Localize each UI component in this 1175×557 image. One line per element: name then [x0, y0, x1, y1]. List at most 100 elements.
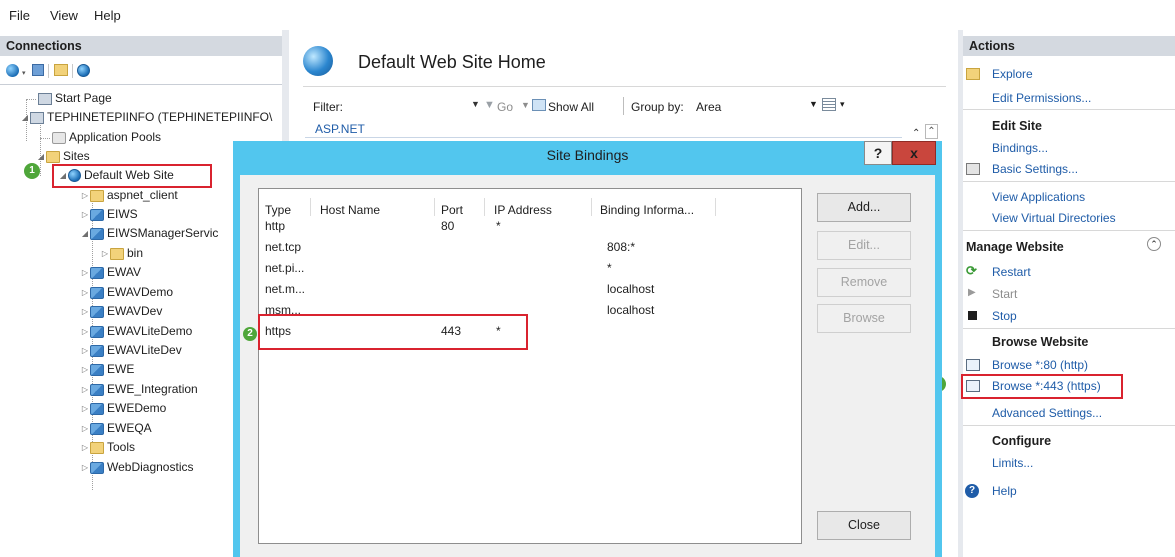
- tree-item-ewavdemo[interactable]: ▷ EWAVDemo: [80, 283, 173, 302]
- action-stop[interactable]: Stop: [992, 309, 1017, 323]
- row-type[interactable]: net.pi...: [265, 261, 304, 275]
- go-button[interactable]: Go: [497, 100, 513, 114]
- collapsed-arrow-icon[interactable]: ▷: [80, 283, 90, 302]
- filter-input[interactable]: [350, 96, 486, 116]
- filter-dropdown-icon[interactable]: ▼: [471, 99, 480, 109]
- tree-item-tools[interactable]: ▷ Tools: [80, 438, 135, 457]
- tree-item-ewavlitedev[interactable]: ▷ EWAVLiteDev: [80, 341, 182, 360]
- action-advanced-settings[interactable]: Advanced Settings...: [992, 406, 1102, 420]
- collapsed-arrow-icon[interactable]: ▷: [80, 419, 90, 438]
- go-dropdown-icon[interactable]: ▼: [521, 100, 530, 110]
- menu-view[interactable]: View: [50, 8, 78, 23]
- menu-bar: File View Help: [0, 0, 1175, 30]
- save-icon[interactable]: [32, 64, 44, 76]
- tree-item-bin[interactable]: ▷ bin: [100, 244, 143, 263]
- tree-item-server[interactable]: ◢ TEPHINETEPIINFO (TEPHINETEPIINFO\: [20, 108, 272, 127]
- row-type[interactable]: http: [265, 219, 285, 233]
- action-explore[interactable]: Explore: [992, 67, 1033, 81]
- tree-item-eiws[interactable]: ▷ EIWS: [80, 205, 138, 224]
- group-by-select[interactable]: Area: [696, 100, 721, 114]
- manage-website-heading: Manage Website: [966, 240, 1064, 254]
- dropdown-arrow-icon[interactable]: ▾: [22, 69, 26, 77]
- expanded-arrow-icon[interactable]: ◢: [36, 147, 46, 166]
- expanded-arrow-icon[interactable]: ◢: [20, 108, 30, 127]
- col-type[interactable]: Type: [265, 203, 291, 217]
- show-all-button[interactable]: Show All: [548, 100, 594, 114]
- tree-item-ewedemo[interactable]: ▷ EWEDemo: [80, 399, 166, 418]
- tree-item-webdiagnostics[interactable]: ▷ WebDiagnostics: [80, 458, 194, 477]
- connect-icon[interactable]: [6, 64, 19, 77]
- tree-item-app-pools[interactable]: Application Pools: [52, 128, 161, 147]
- tree-item-ewe[interactable]: ▷ EWE: [80, 360, 134, 379]
- col-port[interactable]: Port: [441, 203, 463, 217]
- tree-item-ewavdev[interactable]: ▷ EWAVDev: [80, 302, 162, 321]
- collapsed-arrow-icon[interactable]: ▷: [100, 244, 110, 263]
- menu-file[interactable]: File: [9, 8, 30, 23]
- disconnect-icon[interactable]: [77, 64, 90, 77]
- tree-item-ewe-integration[interactable]: ▷ EWE_Integration: [80, 380, 198, 399]
- row-type[interactable]: net.m...: [265, 282, 305, 296]
- scrollbar-up-arrow[interactable]: ⌃: [925, 124, 938, 139]
- collapsed-arrow-icon[interactable]: ▷: [80, 302, 90, 321]
- expanded-arrow-icon[interactable]: ◢: [80, 224, 90, 243]
- action-view-virtual-directories[interactable]: View Virtual Directories: [992, 211, 1116, 225]
- tree-item-aspnet-client[interactable]: ▷ aspnet_client: [80, 186, 178, 205]
- action-view-applications[interactable]: View Applications: [992, 190, 1085, 204]
- action-edit-permissions[interactable]: Edit Permissions...: [992, 91, 1091, 105]
- toolbar-separator: [48, 64, 49, 78]
- tree-item-eiwsmanagerservice[interactable]: ◢ EIWSManagerServic: [80, 224, 218, 243]
- collapsed-arrow-icon[interactable]: ▷: [80, 399, 90, 418]
- collapsed-arrow-icon[interactable]: ▷: [80, 186, 90, 205]
- collapsed-arrow-icon[interactable]: ▷: [80, 205, 90, 224]
- action-restart[interactable]: Restart: [992, 265, 1031, 279]
- tree-item-start-page[interactable]: Start Page: [38, 89, 112, 108]
- row-binding-info: 808:*: [607, 240, 636, 254]
- menu-help[interactable]: Help: [94, 8, 121, 23]
- col-host-name[interactable]: Host Name: [320, 203, 380, 217]
- col-binding-info[interactable]: Binding Informa...: [600, 203, 694, 217]
- callout-badge-1: 1: [24, 163, 40, 179]
- collapsed-arrow-icon[interactable]: ▷: [80, 458, 90, 477]
- collapsed-arrow-icon[interactable]: ▷: [80, 380, 90, 399]
- collapsed-arrow-icon[interactable]: ▷: [80, 360, 90, 379]
- group-by-label: Group by:: [631, 100, 684, 114]
- collapsed-arrow-icon[interactable]: ▷: [80, 263, 90, 282]
- tree-item-ewav[interactable]: ▷ EWAV: [80, 263, 141, 282]
- bindings-list[interactable]: Type Host Name Port IP Address Binding I…: [258, 188, 802, 544]
- dialog-close-x-button[interactable]: x: [892, 141, 936, 165]
- action-limits[interactable]: Limits...: [992, 456, 1033, 470]
- row-type[interactable]: net.tcp: [265, 240, 301, 254]
- collapsed-arrow-icon[interactable]: ▷: [80, 322, 90, 341]
- dialog-help-button[interactable]: ?: [864, 141, 892, 165]
- collapsed-arrow-icon[interactable]: ▷: [80, 438, 90, 457]
- toolbar-separator: [623, 97, 624, 115]
- group-by-dropdown-icon[interactable]: ▼: [809, 99, 818, 109]
- up-folder-icon[interactable]: [54, 64, 68, 76]
- view-icon[interactable]: [822, 98, 836, 111]
- collapse-section-icon[interactable]: ⌃: [1147, 237, 1161, 251]
- action-bindings[interactable]: Bindings...: [992, 141, 1048, 155]
- col-ip-address[interactable]: IP Address: [494, 203, 552, 217]
- edit-button[interactable]: Edit...: [817, 231, 911, 260]
- tree-item-eweqa[interactable]: ▷ EWEQA: [80, 419, 152, 438]
- action-start[interactable]: Start: [992, 287, 1017, 301]
- dialog-title: Site Bindings: [546, 147, 629, 163]
- view-dropdown-icon[interactable]: ▾: [840, 99, 845, 110]
- collapsed-arrow-icon[interactable]: ▷: [80, 341, 90, 360]
- action-basic-settings[interactable]: Basic Settings...: [992, 162, 1078, 176]
- column-divider: [484, 198, 485, 216]
- sites-folder-icon: [46, 150, 60, 163]
- action-browse-80[interactable]: Browse *:80 (http): [992, 358, 1088, 372]
- divider: [963, 109, 1175, 110]
- add-button[interactable]: Add...: [817, 193, 911, 222]
- help-icon: ?: [965, 484, 979, 498]
- remove-button[interactable]: Remove: [817, 268, 911, 297]
- browse-button[interactable]: Browse: [817, 304, 911, 333]
- application-icon: [90, 227, 104, 240]
- section-aspnet[interactable]: ASP.NET: [315, 122, 365, 136]
- action-help[interactable]: Help: [992, 484, 1017, 498]
- collapse-icon[interactable]: ⌃: [912, 128, 920, 139]
- show-all-icon: [532, 99, 546, 111]
- tree-item-ewavlitedemo[interactable]: ▷ EWAVLiteDemo: [80, 322, 192, 341]
- close-button[interactable]: Close: [817, 511, 911, 540]
